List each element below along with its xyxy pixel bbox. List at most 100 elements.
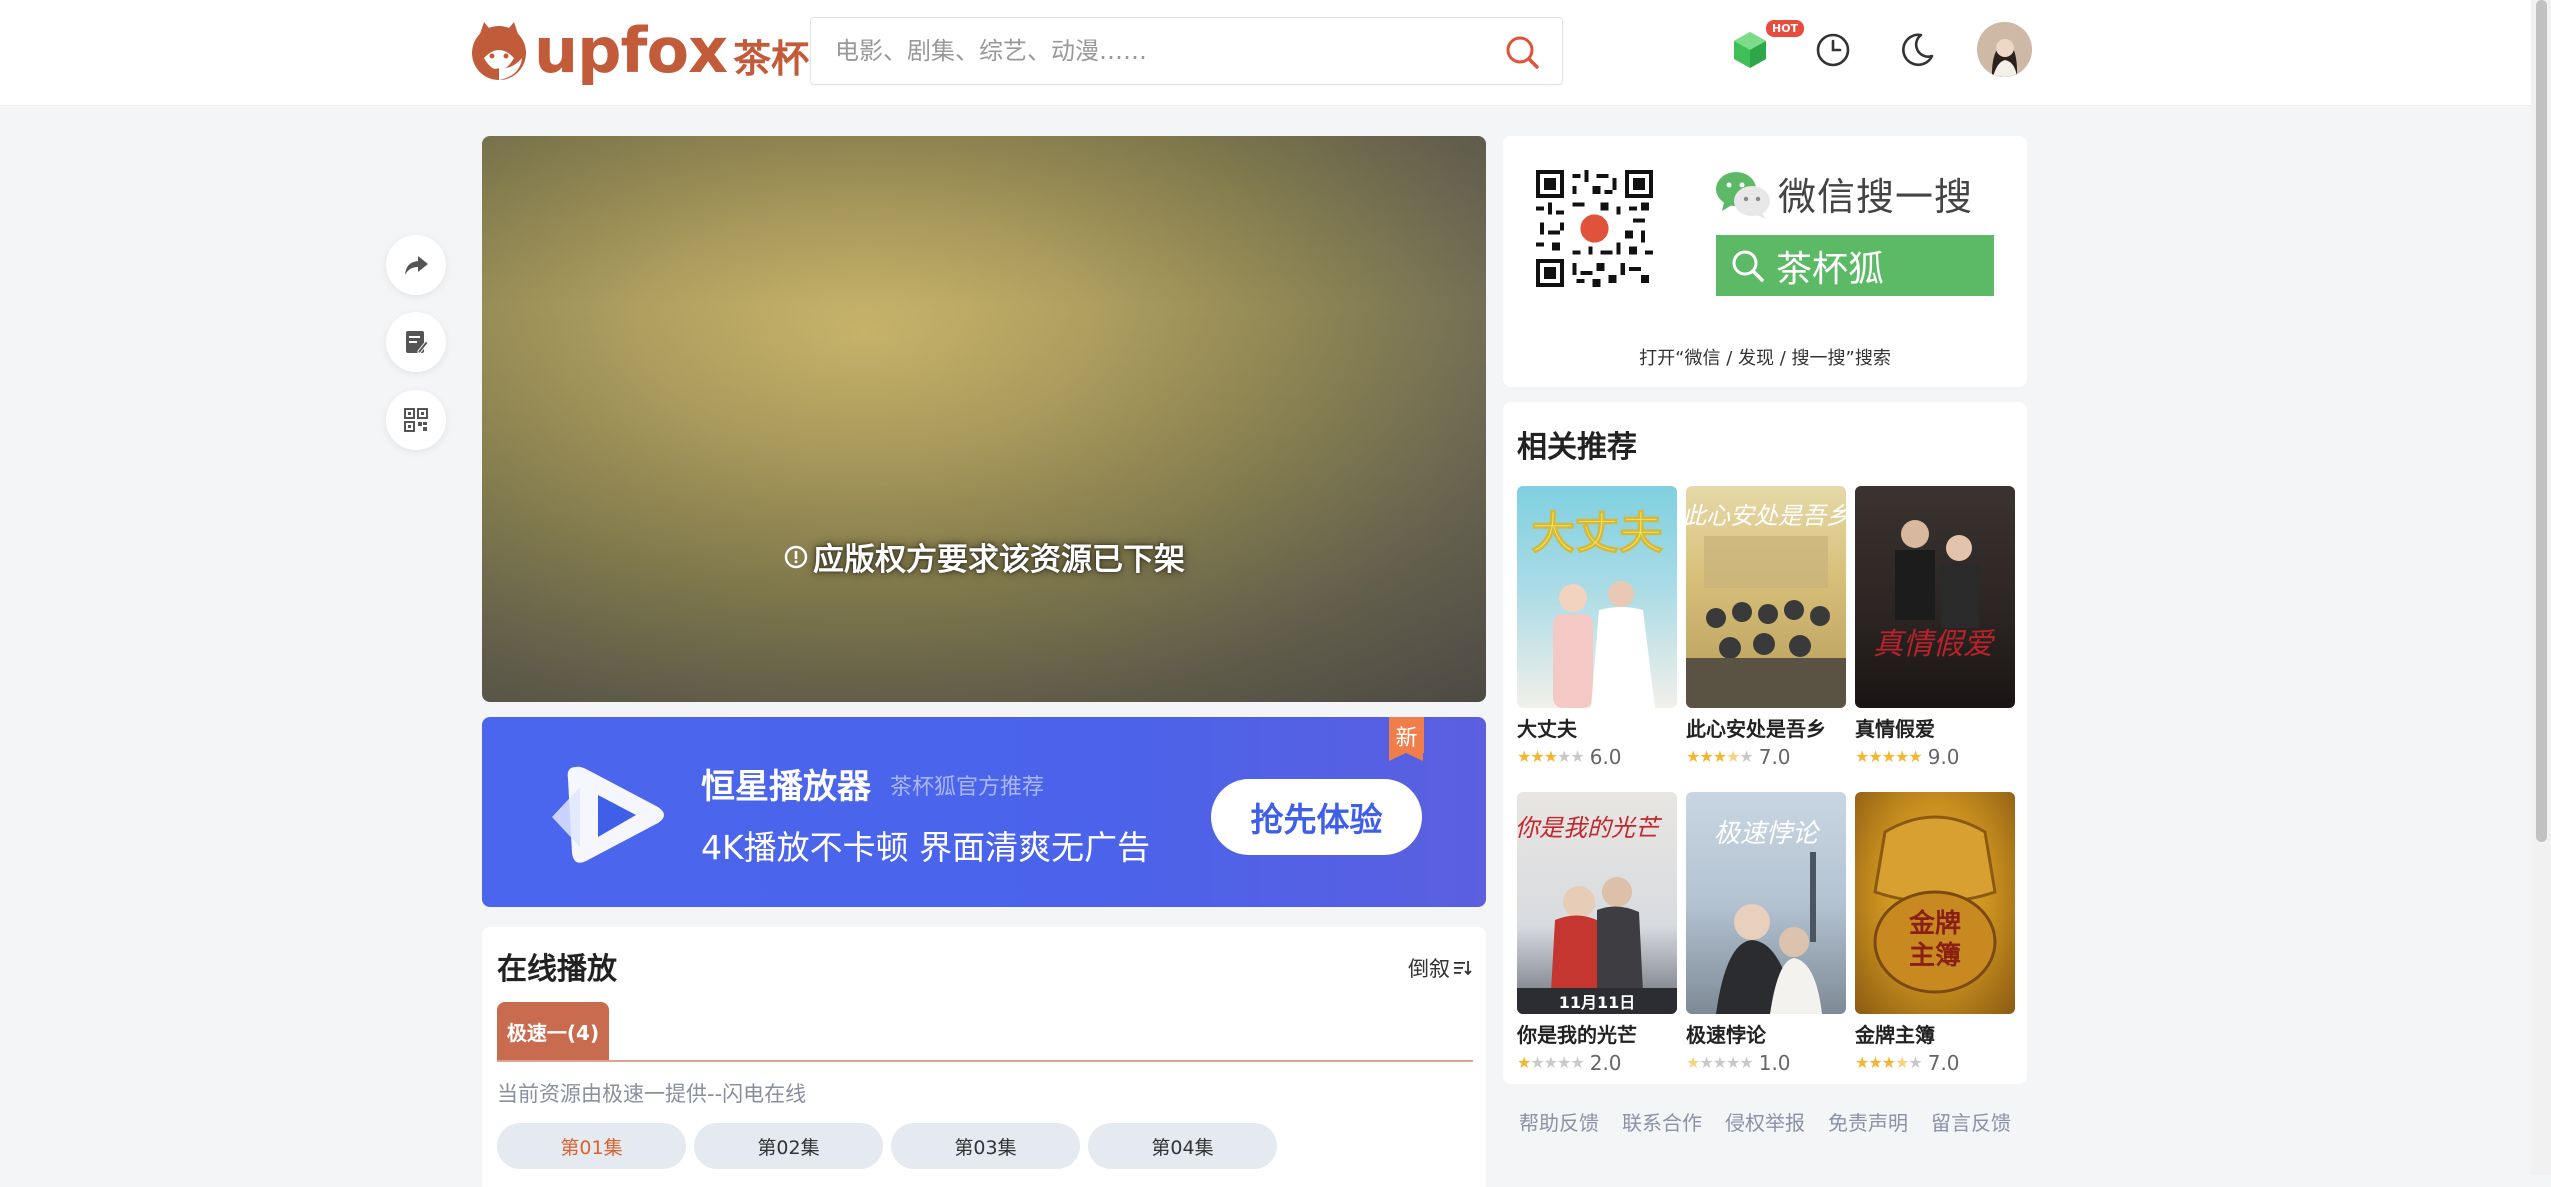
search-icon[interactable]	[1504, 34, 1540, 70]
share-button[interactable]	[386, 235, 446, 295]
svg-text:主簿: 主簿	[1909, 941, 1961, 971]
rating-stars-icon: ★★★★★	[1517, 747, 1585, 766]
new-tag: 新	[1389, 717, 1424, 761]
sort-toggle[interactable]: 倒叙	[1408, 953, 1472, 983]
info-alert-icon	[784, 545, 808, 568]
recommend-item[interactable]: 极速悖论 极速悖论 ★★★★★ 1.0	[1686, 792, 1846, 1075]
ad-subtitle: 茶杯狐官方推荐	[890, 775, 1045, 800]
wechat-logo-icon	[1716, 171, 1770, 219]
wechat-search-bar[interactable]: 茶杯狐	[1716, 235, 1994, 296]
footer-link-report[interactable]: 侵权举报	[1725, 1107, 1805, 1136]
recommend-name: 你是我的光芒	[1517, 1023, 1637, 1047]
svg-text:大丈夫: 大丈夫	[1531, 508, 1664, 559]
rating-score: 2.0	[1589, 1051, 1622, 1075]
recommend-item[interactable]: 真情假爱 真情假爱 ★★★★★ 9.0	[1855, 486, 2015, 769]
history-clock-icon[interactable]	[1809, 26, 1857, 74]
qrcode-button[interactable]	[386, 390, 446, 450]
rating: ★★★★★ 2.0	[1517, 1051, 1677, 1075]
wechat-header: 微信搜一搜	[1714, 166, 1973, 221]
recommend-title: 相关推荐	[1517, 430, 1637, 465]
episode-button-4[interactable]: 第04集	[1088, 1123, 1277, 1169]
rating: ★★★★★ 6.0	[1517, 745, 1677, 769]
wechat-title: 微信搜一搜	[1778, 175, 1974, 219]
rating: ★★★★★ 7.0	[1855, 1051, 2015, 1075]
rating-stars-icon: ★★★★★	[1686, 1053, 1754, 1072]
source-tab[interactable]: 极速一(4)	[497, 1002, 609, 1060]
edit-note-icon	[406, 331, 429, 354]
poster-image: 金牌 主簿	[1855, 792, 2015, 1014]
svg-text:11月11日: 11月11日	[1559, 993, 1636, 1012]
search-input[interactable]	[833, 18, 1473, 84]
source-divider	[497, 1060, 1473, 1062]
rating-stars-icon: ★★★★★	[1517, 1053, 1585, 1072]
rating-score: 9.0	[1927, 745, 1960, 769]
qrcode-icon	[404, 408, 428, 432]
fox-logo-icon	[472, 22, 526, 80]
footer-link-contact[interactable]: 联系合作	[1622, 1107, 1702, 1136]
play-logo-icon	[552, 766, 664, 863]
poster-image: 极速悖论	[1686, 792, 1846, 1014]
rating: ★★★★★ 9.0	[1855, 745, 2015, 769]
svg-text:极速悖论: 极速悖论	[1714, 819, 1821, 849]
rating: ★★★★★ 7.0	[1686, 745, 1846, 769]
share-arrow-icon	[405, 256, 428, 275]
player-ad-banner[interactable]: 恒星播放器 茶杯狐官方推荐 4K播放不卡顿 界面清爽无广告 抢先体验 新	[482, 717, 1486, 907]
episode-button-3[interactable]: 第03集	[891, 1123, 1080, 1169]
user-avatar[interactable]	[1977, 22, 2032, 77]
recommend-item[interactable]: 金牌 主簿 金牌主簿 ★★★★★ 7.0	[1855, 792, 2015, 1075]
dark-mode-moon-icon[interactable]	[1893, 26, 1941, 74]
rating-score: 1.0	[1758, 1051, 1791, 1075]
ad-try-button[interactable]: 抢先体验	[1211, 779, 1422, 855]
svg-text:真情假爱: 真情假爱	[1873, 627, 1996, 662]
footer-link-help[interactable]: 帮助反馈	[1519, 1107, 1599, 1136]
top-header: upfox 茶杯狐 HOT	[0, 0, 2531, 106]
page-scrollbar-thumb[interactable]	[2536, 0, 2547, 842]
svg-text:你是我的光芒: 你是我的光芒	[1517, 814, 1663, 842]
source-info: 当前资源由极速一提供--闪电在线	[497, 1082, 807, 1106]
online-play-panel: 在线播放 倒叙 极速一(4) 当前资源由极速一提供--闪电在线 第01集 第02…	[482, 927, 1486, 1187]
poster-image: 真情假爱	[1855, 486, 2015, 708]
qrcode-image	[1536, 170, 1653, 287]
wechat-hint: 打开“微信 / 发现 / 搜一搜”搜索	[1639, 348, 1891, 369]
svg-text:金牌: 金牌	[1908, 908, 1961, 939]
poster-image: 此心安处是吾乡	[1686, 486, 1846, 708]
rating-score: 7.0	[1758, 745, 1791, 769]
rating: ★★★★★ 1.0	[1686, 1051, 1846, 1075]
svg-text:此心安处是吾乡: 此心安处是吾乡	[1686, 502, 1846, 530]
hot-badge: HOT	[1766, 20, 1805, 37]
recommend-name: 金牌主簿	[1855, 1023, 1935, 1047]
recommend-item[interactable]: 大丈夫 大丈夫 ★★★★★ 6.0	[1517, 486, 1677, 769]
video-player[interactable]: 应版权方要求该资源已下架	[482, 136, 1486, 702]
footer-link-disclaimer[interactable]: 免责声明	[1828, 1107, 1908, 1136]
footer-links: 帮助反馈 联系合作 侵权举报 免责声明 留言反馈	[1519, 1107, 2011, 1136]
online-play-title: 在线播放	[497, 952, 617, 987]
recommend-name: 极速悖论	[1686, 1023, 1766, 1047]
report-button[interactable]	[386, 312, 446, 372]
recommend-name: 此心安处是吾乡	[1686, 717, 1826, 741]
ad-description: 4K播放不卡顿 界面清爽无广告	[701, 828, 1151, 867]
recommend-item[interactable]: 此心安处是吾乡 此心安处是吾乡 ★★★★★ 7.0	[1686, 486, 1846, 769]
rating-stars-icon: ★★★★★	[1855, 1053, 1923, 1072]
search-box	[810, 17, 1563, 85]
recommend-card: 相关推荐 大丈夫 大丈夫 ★★★★★ 6.0 此心安处是吾乡 此心安处是吾乡 ★…	[1503, 402, 2027, 1084]
recommend-name: 真情假爱	[1855, 717, 1935, 741]
wechat-search-card: 微信搜一搜 茶杯狐 打开“微信 / 发现 / 搜一搜”搜索	[1503, 136, 2027, 387]
footer-link-feedback[interactable]: 留言反馈	[1931, 1107, 2011, 1136]
player-message: 应版权方要求该资源已下架	[482, 534, 1486, 579]
rating-score: 6.0	[1589, 745, 1622, 769]
poster-image: 你是我的光芒 11月11日	[1517, 792, 1677, 1014]
recommend-name: 大丈夫	[1517, 717, 1577, 741]
ad-title: 恒星播放器	[701, 767, 871, 807]
wechat-search-text: 茶杯狐	[1776, 248, 1885, 290]
site-logo[interactable]: upfox 茶杯狐	[466, 16, 847, 86]
poster-image: 大丈夫	[1517, 486, 1677, 708]
episode-button-2[interactable]: 第02集	[694, 1123, 883, 1169]
recommend-item[interactable]: 你是我的光芒 11月11日 你是我的光芒 ★★★★★ 2.0	[1517, 792, 1677, 1075]
player-message-text: 应版权方要求该资源已下架	[813, 542, 1185, 578]
episode-button-1[interactable]: 第01集	[497, 1123, 686, 1169]
sort-label: 倒叙	[1408, 957, 1450, 981]
rating-stars-icon: ★★★★★	[1855, 747, 1923, 766]
avatar-image-icon	[1977, 22, 2032, 77]
rating-stars-icon: ★★★★★	[1686, 747, 1754, 766]
logo-text: upfox	[534, 14, 728, 87]
